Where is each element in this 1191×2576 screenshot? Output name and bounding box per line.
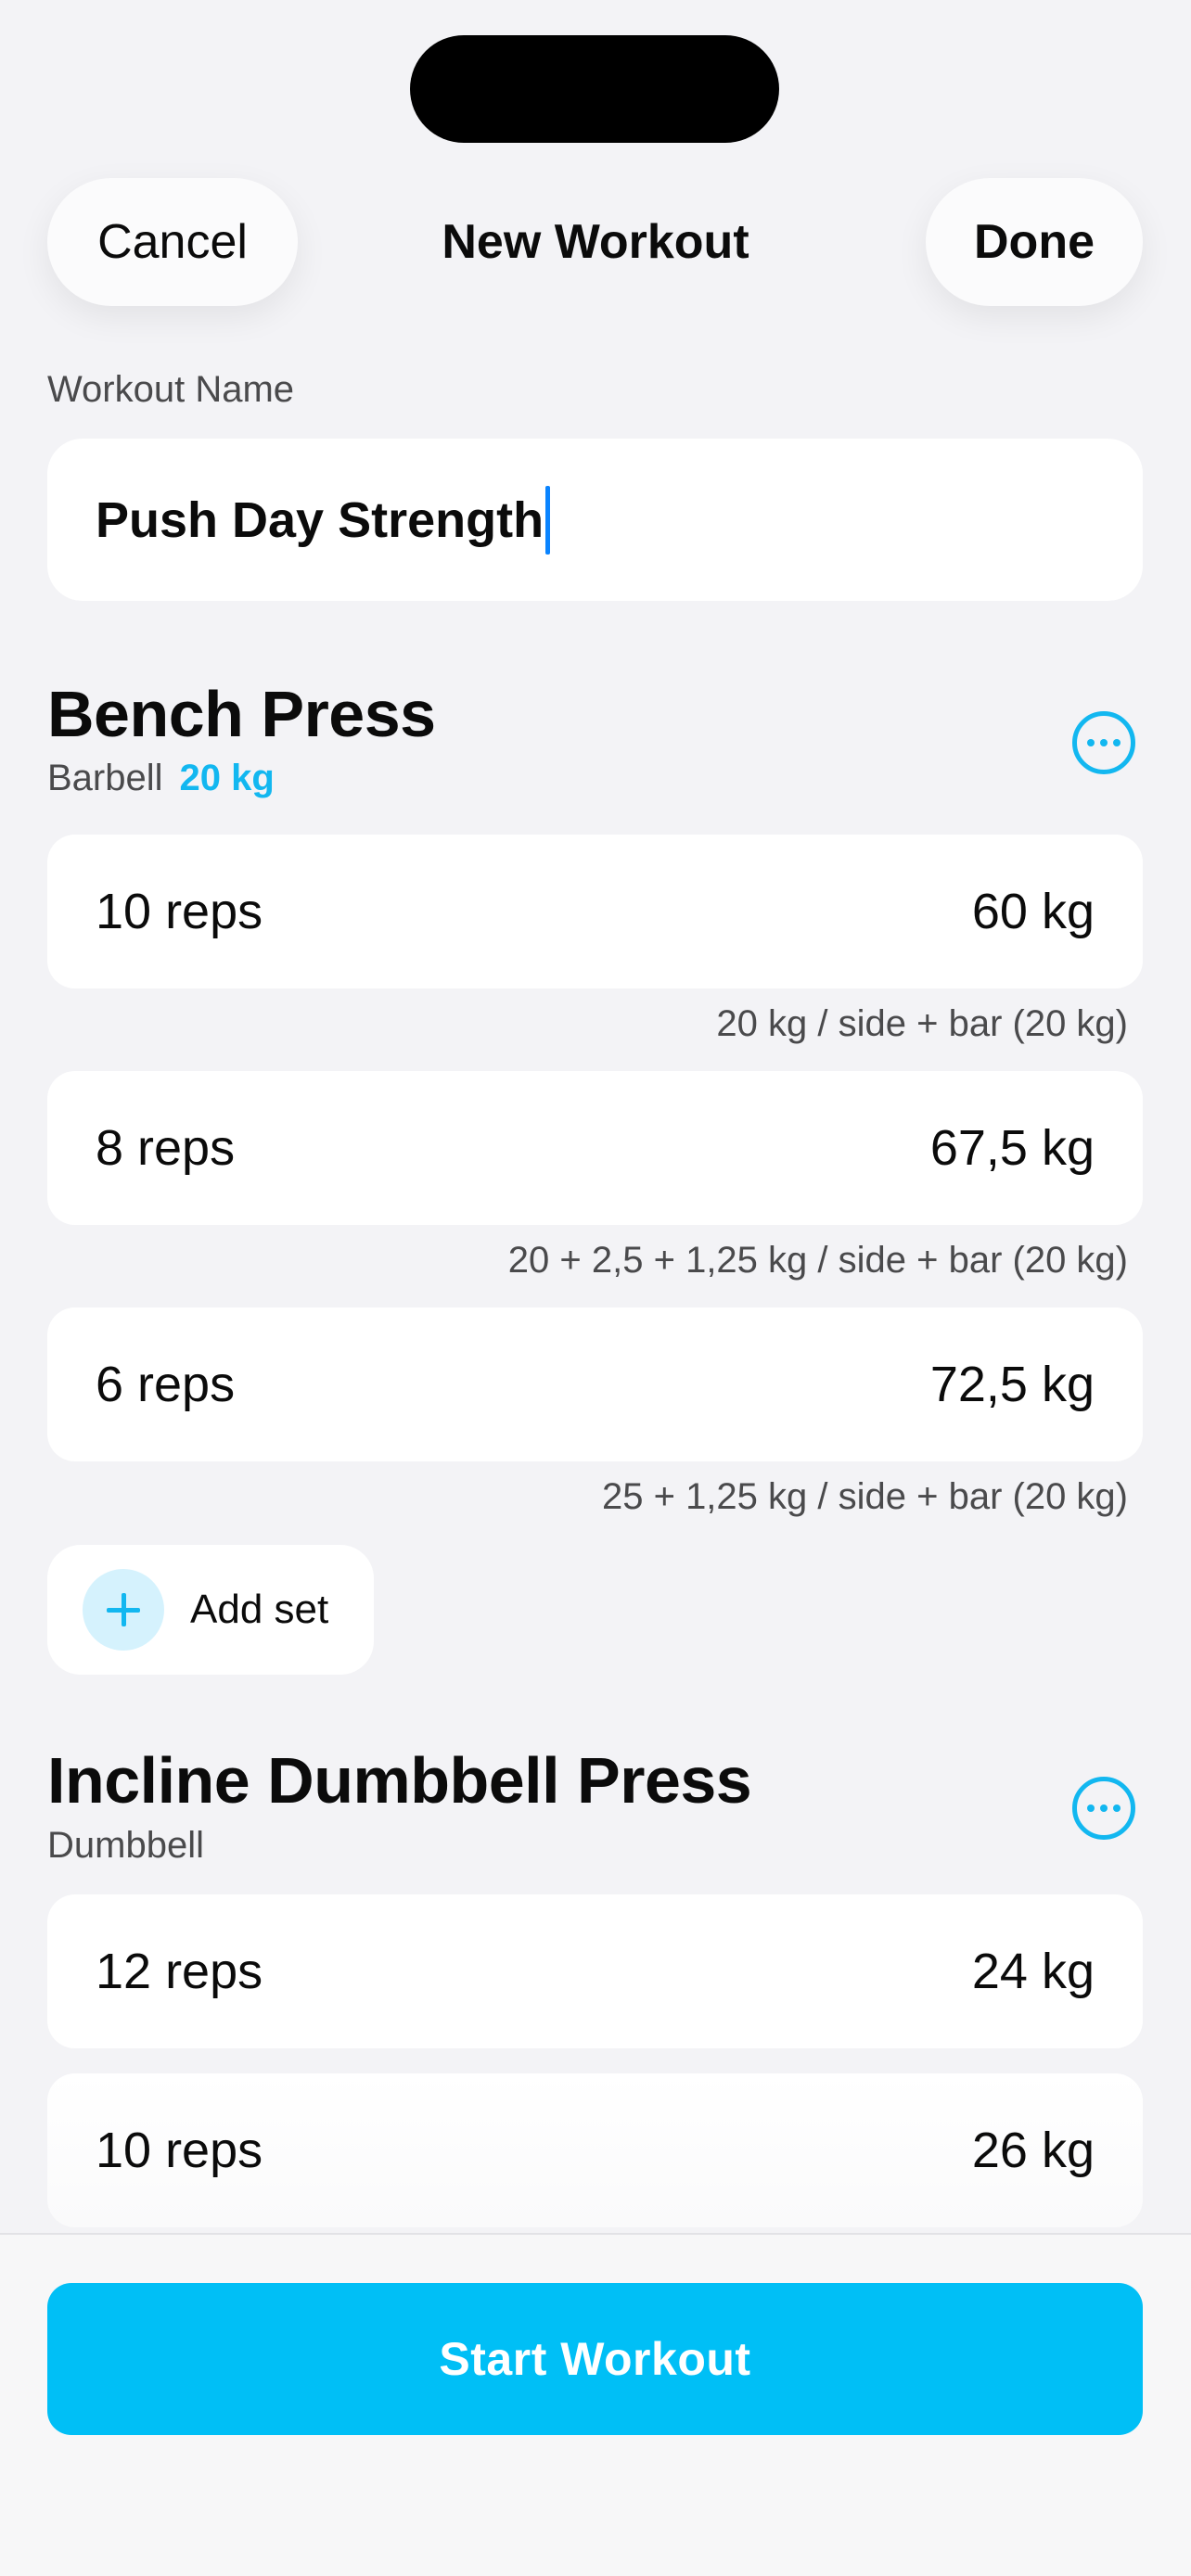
set-weight: 72,5 kg — [929, 1357, 1095, 1412]
set-weight: 24 kg — [971, 1944, 1095, 1999]
dynamic-island — [410, 35, 779, 143]
set-row[interactable]: 10 reps 26 kg — [47, 2073, 1143, 2227]
start-workout-button[interactable]: Start Workout — [47, 2283, 1143, 2435]
ellipsis-circle-icon — [1087, 1804, 1095, 1812]
set-row[interactable]: 6 reps 72,5 kg — [47, 1307, 1143, 1461]
set-row[interactable]: 10 reps 60 kg — [47, 835, 1143, 988]
text-caret — [545, 485, 551, 555]
plate-breakdown: 25 + 1,25 kg / side + bar (20 kg) — [601, 1476, 1128, 1517]
ellipsis-dot — [1100, 739, 1108, 746]
set-weight: 26 kg — [971, 2123, 1095, 2178]
workout-name-field[interactable]: Push Day Strength — [47, 439, 1143, 601]
set-reps: 6 reps — [96, 1357, 236, 1412]
workout-name-label: Workout Name — [47, 369, 295, 410]
exercise-more-button[interactable] — [1072, 711, 1135, 774]
done-button[interactable]: Done — [926, 178, 1143, 306]
set-row[interactable]: 8 reps 67,5 kg — [47, 1071, 1143, 1225]
workout-name-value: Push Day Strength — [96, 491, 544, 548]
ellipsis-dot — [1113, 1804, 1121, 1812]
exercise-equipment: Dumbbell — [47, 1825, 204, 1866]
bottom-action-bar: Start Workout — [0, 2233, 1191, 2576]
set-reps: 10 reps — [96, 884, 263, 939]
set-reps: 10 reps — [96, 2123, 263, 2178]
cancel-button[interactable]: Cancel — [47, 178, 298, 306]
ellipsis-circle-icon — [1087, 739, 1095, 746]
equipment-label: Barbell — [47, 758, 163, 798]
ellipsis-dot — [1113, 739, 1121, 746]
set-row[interactable]: 12 reps 24 kg — [47, 1894, 1143, 2048]
set-reps: 12 reps — [96, 1944, 263, 1999]
add-set-button[interactable]: Add set — [47, 1545, 374, 1675]
set-reps: 8 reps — [96, 1120, 236, 1176]
set-weight: 60 kg — [971, 884, 1095, 939]
new-workout-screen: Cancel New Workout Done Workout Name Pus… — [0, 0, 1191, 2576]
set-weight: 67,5 kg — [929, 1120, 1095, 1176]
exercise-title: Bench Press — [47, 678, 436, 750]
add-set-label: Add set — [190, 1587, 329, 1632]
exercise-more-button[interactable] — [1072, 1777, 1135, 1840]
bar-weight-label[interactable]: 20 kg — [180, 758, 275, 798]
exercise-equipment: Barbell 20 kg — [47, 758, 275, 799]
plate-breakdown: 20 + 2,5 + 1,25 kg / side + bar (20 kg) — [507, 1240, 1128, 1281]
ellipsis-dot — [1100, 1804, 1108, 1812]
plus-circle-icon — [83, 1569, 164, 1651]
plate-breakdown: 20 kg / side + bar (20 kg) — [716, 1003, 1128, 1044]
exercise-title: Incline Dumbbell Press — [47, 1744, 752, 1817]
